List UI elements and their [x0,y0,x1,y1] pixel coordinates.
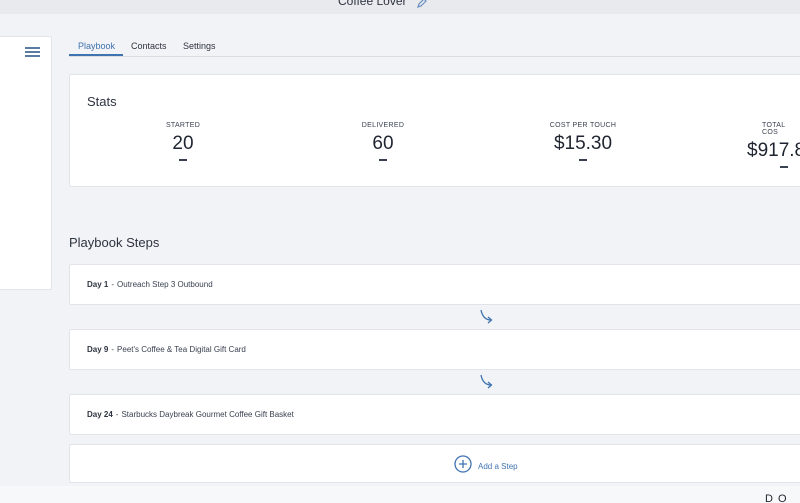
stat-value: 60 [372,133,394,154]
tab-bar: Playbook Contacts Settings [69,36,800,57]
playbook-steps-heading: Playbook Steps [69,235,160,250]
plus-circle-icon [454,455,472,478]
sidebar-panel [0,36,52,290]
bottom-bar [0,486,800,503]
add-step-button[interactable]: Add a Step [69,444,800,483]
stat-started: STARTED 20 [123,122,243,161]
step-name: Starbucks Daybreak Gourmet Coffee Gift B… [121,410,294,419]
add-step-label: Add a Step [478,462,518,471]
pencil-icon[interactable] [416,0,428,14]
stats-card: Stats STARTED 20 DELIVERED 60 COST PER T… [69,74,800,187]
stat-label: COST PER TOUCH [549,122,617,129]
stat-delivered: DELIVERED 60 [323,122,443,161]
step-day: Day 24 [87,410,113,419]
stat-dash [579,159,587,161]
step-text: Day 9- Peet's Coffee & Tea Digital Gift C… [87,345,246,354]
step-name: Outreach Step 3 Outbound [117,280,213,289]
stat-dash [179,159,187,161]
step-card[interactable]: Day 24- Starbucks Daybreak Gourmet Coffee… [69,394,800,435]
hamburger-menu-icon[interactable] [25,47,40,59]
step-text: Day 1- Outreach Step 3 Outbound [87,280,213,289]
corner-text: D O C [765,493,788,503]
tab-settings[interactable]: Settings [183,41,216,56]
stat-label: DELIVERED [361,122,405,129]
step-separator: - [115,410,119,419]
stats-title: Stats [87,94,117,109]
step-day: Day 1 [87,280,109,289]
curved-arrow-down-icon [478,373,496,396]
stat-total-cost: TOTAL COS $917.8 [701,122,800,168]
curved-arrow-down-icon [478,308,496,331]
step-card[interactable]: Day 1- Outreach Step 3 Outbound [69,264,800,305]
stat-value: 20 [172,133,194,154]
stat-value: $917.8 [747,140,800,161]
stat-dash [780,166,788,168]
add-step-content: Add a Step [454,455,518,478]
stat-cost-per-touch: COST PER TOUCH $15.30 [523,122,643,161]
stat-dash [379,159,387,161]
step-day: Day 9 [87,345,109,354]
step-separator: - [111,345,115,354]
step-text: Day 24- Starbucks Daybreak Gourmet Coffee… [87,410,294,419]
playbook-title: Coffee Lover [338,0,407,8]
active-tab-indicator [69,54,123,56]
step-separator: - [111,280,115,289]
tab-contacts[interactable]: Contacts [131,41,167,56]
step-card[interactable]: Day 9- Peet's Coffee & Tea Digital Gift C… [69,329,800,370]
step-name: Peet's Coffee & Tea Digital Gift Card [117,345,246,354]
stat-label: STARTED [165,122,201,129]
stat-label: TOTAL COS [762,122,786,136]
stat-value: $15.30 [553,133,613,154]
